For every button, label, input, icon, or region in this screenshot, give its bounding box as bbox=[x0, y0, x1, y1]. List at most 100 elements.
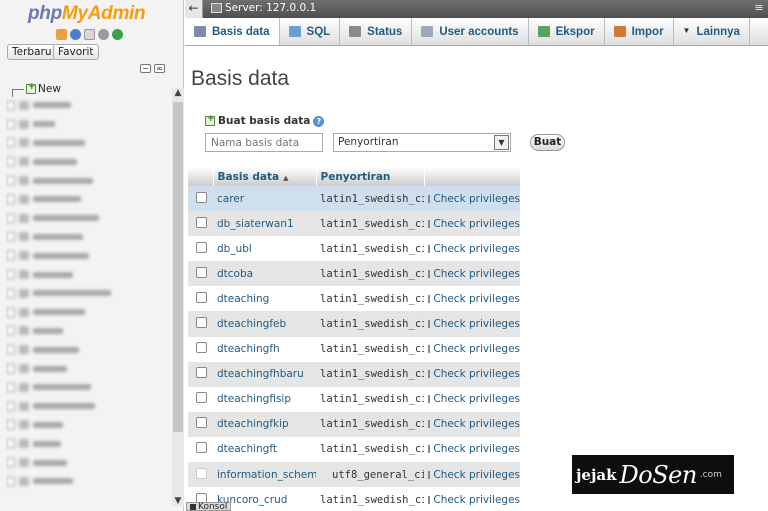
expand-icon[interactable] bbox=[6, 364, 15, 374]
tree-database-item[interactable] bbox=[6, 472, 170, 491]
expand-icon[interactable] bbox=[6, 307, 15, 317]
database-name-link[interactable]: dteachingfkip bbox=[213, 411, 316, 437]
tree-database-item[interactable] bbox=[6, 284, 170, 303]
sidebar-scrollbar[interactable]: ▲ ▼ bbox=[172, 88, 184, 506]
database-column-header[interactable]: Basis data ▲ bbox=[213, 167, 317, 186]
check-privileges-link[interactable]: Check privileges bbox=[428, 193, 520, 205]
tree-database-item[interactable] bbox=[6, 265, 170, 284]
expand-icon[interactable] bbox=[6, 157, 15, 167]
expand-icon[interactable] bbox=[6, 270, 15, 280]
check-privileges-link[interactable]: Check privileges bbox=[428, 218, 520, 230]
expand-icon[interactable] bbox=[6, 401, 15, 411]
check-privileges-link[interactable]: Check privileges bbox=[428, 368, 520, 380]
link-icon[interactable]: ∞ bbox=[154, 64, 165, 73]
tab-import[interactable]: Impor bbox=[605, 18, 674, 45]
database-name-link[interactable]: dteachingfeb bbox=[213, 311, 316, 337]
tree-database-item[interactable] bbox=[6, 190, 170, 209]
expand-icon[interactable] bbox=[6, 476, 15, 486]
row-checkbox[interactable] bbox=[196, 392, 207, 404]
database-name-input[interactable] bbox=[205, 133, 323, 152]
tree-database-item[interactable] bbox=[6, 246, 170, 265]
collation-select[interactable]: Penyortiran ▼ bbox=[333, 133, 511, 152]
tree-database-item[interactable] bbox=[6, 303, 170, 322]
back-arrow-icon[interactable]: ← bbox=[185, 0, 203, 18]
tree-database-item[interactable] bbox=[6, 152, 170, 171]
tree-database-item[interactable] bbox=[6, 397, 170, 416]
database-name-link[interactable]: dtcoba bbox=[213, 261, 316, 287]
check-privileges-link[interactable]: Check privileges bbox=[428, 243, 520, 255]
docs-icon[interactable] bbox=[84, 29, 95, 40]
tree-database-item[interactable] bbox=[6, 434, 170, 453]
tab-chevron-down[interactable]: ▼ Lainnya bbox=[674, 18, 750, 45]
tree-database-item[interactable] bbox=[6, 322, 170, 341]
database-name-link[interactable]: dteachingfisip bbox=[213, 386, 316, 412]
scroll-up-icon[interactable]: ▲ bbox=[173, 88, 183, 98]
row-checkbox[interactable] bbox=[196, 216, 207, 228]
breadcrumb-server[interactable]: Server: 127.0.0.1 bbox=[211, 2, 316, 14]
tab-export[interactable]: Ekspor bbox=[529, 18, 605, 45]
expand-icon[interactable] bbox=[6, 420, 15, 430]
check-privileges-link[interactable]: Check privileges bbox=[428, 494, 520, 506]
row-checkbox[interactable] bbox=[196, 241, 207, 253]
scroll-down-icon[interactable]: ▼ bbox=[173, 496, 183, 506]
tree-database-item[interactable] bbox=[6, 359, 170, 378]
expand-icon[interactable] bbox=[6, 213, 15, 223]
check-privileges-link[interactable]: Check privileges bbox=[428, 418, 520, 430]
check-privileges-link[interactable]: Check privileges bbox=[428, 393, 520, 405]
tree-database-item[interactable] bbox=[6, 340, 170, 359]
reload-icon[interactable] bbox=[112, 29, 123, 40]
tab-database[interactable]: Basis data bbox=[185, 18, 280, 45]
tree-database-item[interactable] bbox=[6, 134, 170, 153]
create-button[interactable]: Buat bbox=[530, 134, 565, 151]
tab-status[interactable]: Status bbox=[340, 18, 413, 45]
recent-tab-button[interactable]: Terbaru bbox=[7, 44, 57, 60]
row-checkbox[interactable] bbox=[196, 367, 207, 379]
tree-database-item[interactable] bbox=[6, 453, 170, 472]
chevron-down-icon[interactable]: ▼ bbox=[494, 135, 509, 150]
expand-icon[interactable] bbox=[6, 382, 15, 392]
expand-icon[interactable] bbox=[6, 194, 15, 204]
scrollbar-thumb[interactable] bbox=[173, 102, 183, 432]
check-privileges-link[interactable]: Check privileges bbox=[428, 443, 520, 455]
console-toggle[interactable]: Konsol bbox=[186, 502, 232, 511]
menu-toggle-icon[interactable]: ≡ bbox=[752, 1, 766, 15]
tree-new-item[interactable]: New bbox=[12, 81, 61, 97]
database-name-link[interactable]: carer bbox=[213, 186, 316, 212]
expand-icon[interactable] bbox=[6, 119, 15, 129]
database-name-link[interactable]: dteachingft bbox=[213, 436, 316, 463]
row-checkbox[interactable] bbox=[196, 417, 207, 429]
home-icon[interactable] bbox=[56, 29, 67, 40]
tab-sql[interactable]: SQL bbox=[280, 18, 341, 45]
expand-icon[interactable] bbox=[6, 458, 15, 468]
check-privileges-link[interactable]: Check privileges bbox=[428, 318, 520, 330]
database-name-link[interactable]: db_ubl bbox=[213, 236, 316, 262]
row-checkbox[interactable] bbox=[196, 266, 207, 278]
collation-column-header[interactable]: Penyortiran bbox=[316, 167, 425, 186]
tree-database-item[interactable] bbox=[6, 115, 170, 134]
expand-icon[interactable] bbox=[6, 100, 15, 110]
info-icon[interactable] bbox=[70, 29, 81, 40]
expand-icon[interactable] bbox=[6, 439, 15, 449]
database-name-link[interactable]: dteachingfhbaru bbox=[213, 361, 316, 387]
tree-database-item[interactable] bbox=[6, 171, 170, 190]
row-checkbox[interactable] bbox=[196, 317, 207, 329]
check-privileges-link[interactable]: Check privileges bbox=[428, 343, 520, 355]
database-name-link[interactable]: dteaching bbox=[213, 286, 316, 312]
collapse-all-icon[interactable]: − bbox=[140, 64, 151, 73]
database-name-link[interactable]: dteachingfh bbox=[213, 336, 316, 362]
row-checkbox[interactable] bbox=[196, 342, 207, 354]
expand-icon[interactable] bbox=[6, 326, 15, 336]
tree-database-item[interactable] bbox=[6, 209, 170, 228]
expand-icon[interactable] bbox=[6, 138, 15, 148]
row-checkbox[interactable] bbox=[196, 191, 207, 203]
check-privileges-link[interactable]: Check privileges bbox=[428, 293, 520, 305]
phpmyadmin-logo[interactable]: phpMyAdmin bbox=[28, 3, 146, 25]
row-checkbox[interactable] bbox=[196, 291, 207, 303]
tree-database-item[interactable] bbox=[6, 96, 170, 115]
row-checkbox[interactable] bbox=[196, 442, 207, 454]
settings-icon[interactable] bbox=[98, 29, 109, 40]
check-privileges-link[interactable]: Check privileges bbox=[428, 469, 520, 481]
expand-icon[interactable] bbox=[6, 251, 15, 261]
expand-icon[interactable] bbox=[6, 232, 15, 242]
check-privileges-link[interactable]: Check privileges bbox=[428, 268, 520, 280]
